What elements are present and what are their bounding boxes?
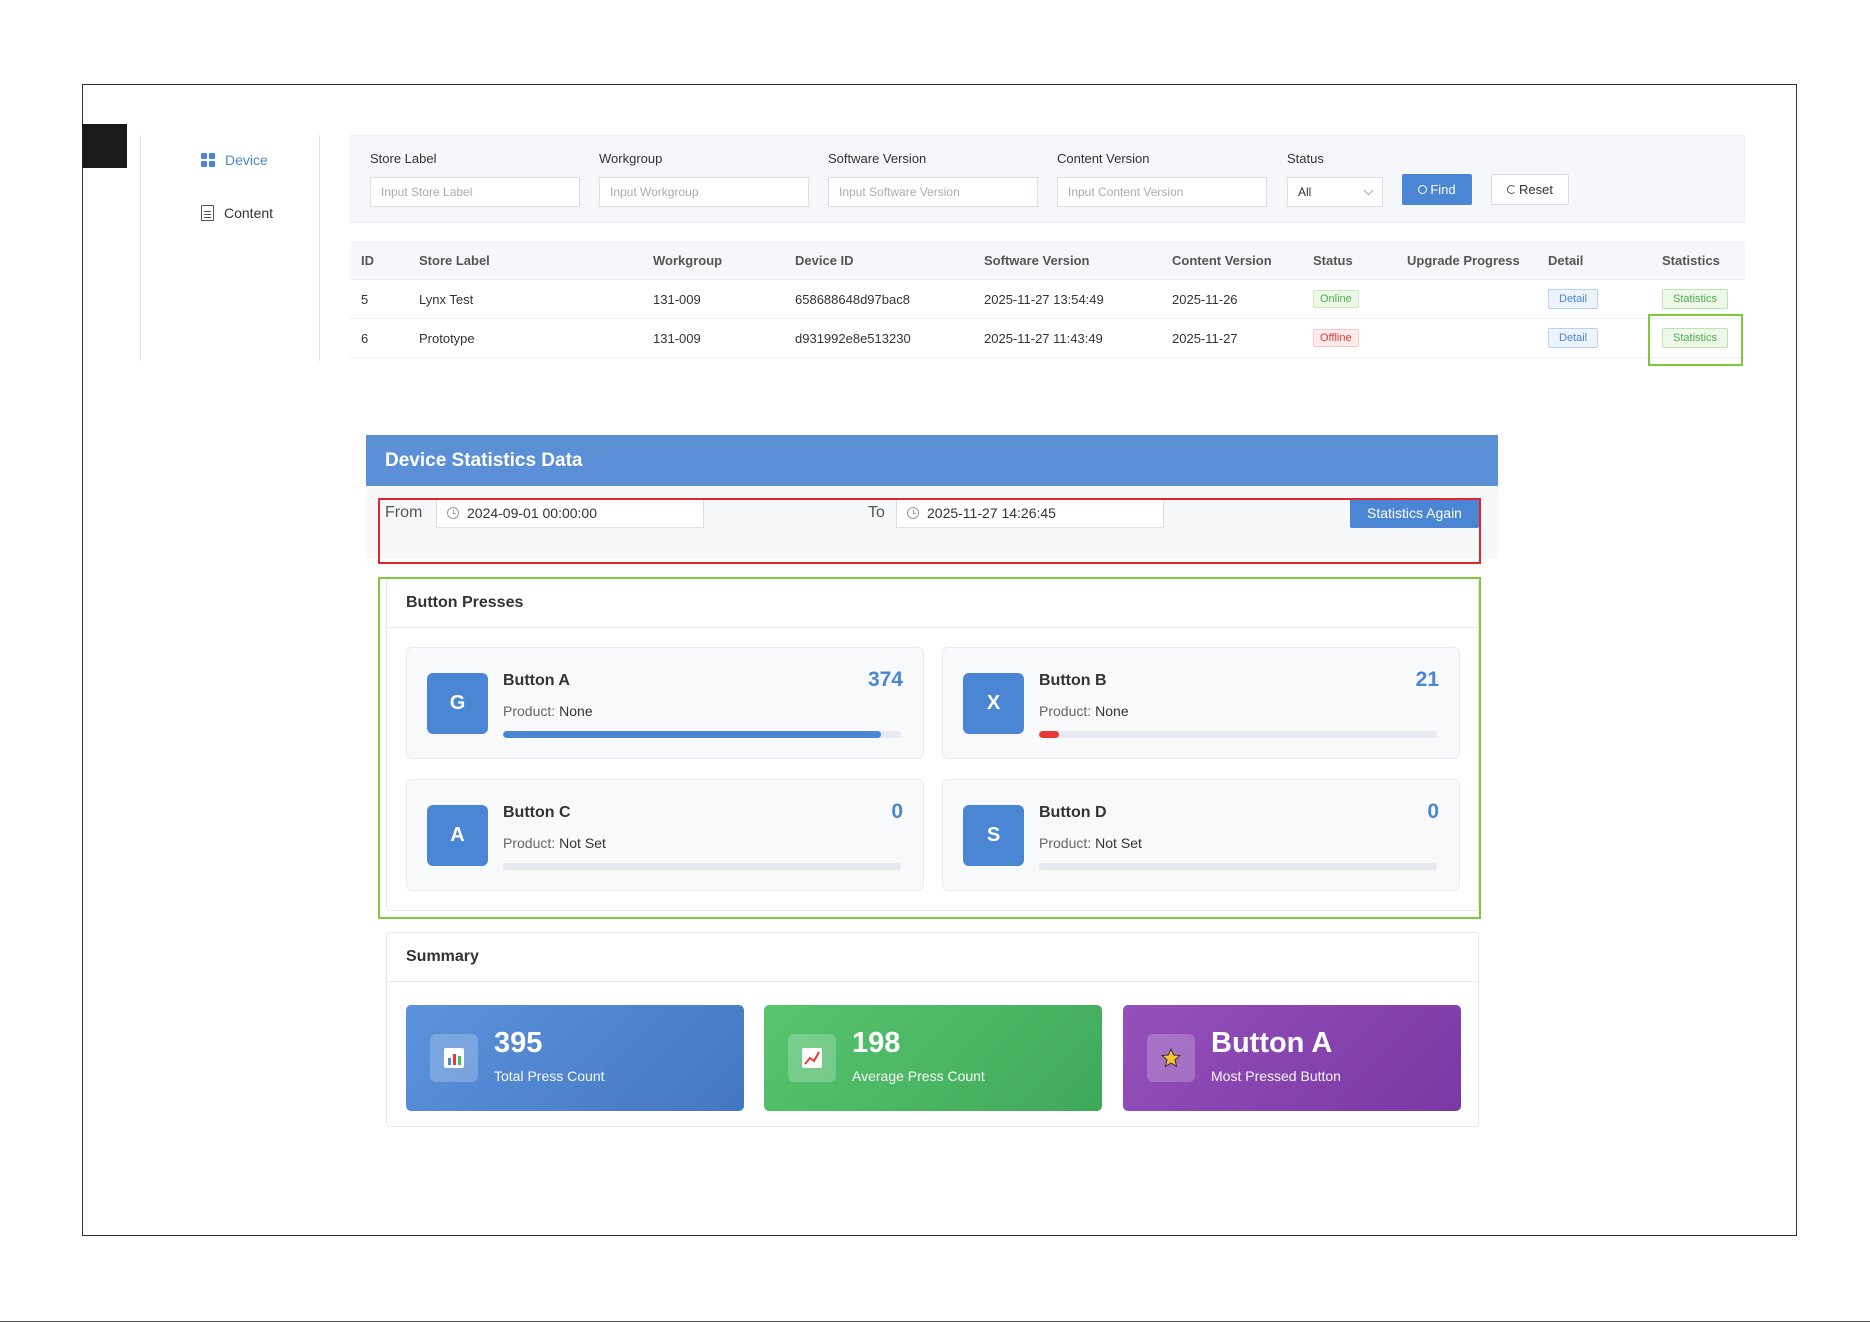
average-press-value: 198 (852, 1027, 901, 1059)
column-header: Status (1313, 252, 1353, 268)
store-label-input[interactable]: Input Store Label (370, 177, 580, 207)
table-row: 5 Lynx Test 131-009 658688648d97bac8 202… (350, 280, 1745, 319)
column-header: Upgrade Progress (1407, 252, 1520, 268)
line-chart-icon (788, 1034, 836, 1082)
sidebar-item-label: Content (224, 205, 274, 221)
cell-statistics: Statistics (1662, 280, 1729, 318)
column-header: Workgroup (653, 252, 723, 268)
cell-detail: Detail (1548, 280, 1599, 318)
cell-store-label: Lynx Test (419, 291, 474, 307)
cell-software-version: 2025-11-27 11:43:49 (984, 330, 1103, 346)
filter-label: Software Version (828, 151, 927, 166)
most-pressed-tile: Button A Most Pressed Button (1123, 1005, 1461, 1111)
content-version-input[interactable]: Input Content Version (1057, 177, 1267, 207)
find-button-label: Find (1430, 182, 1456, 197)
dialog-title: Device Statistics Data (366, 435, 1498, 486)
most-pressed-caption: Most Pressed Button (1211, 1068, 1341, 1084)
grid-icon (201, 153, 215, 167)
refresh-icon (1507, 185, 1517, 194)
cell-device-id: d931992e8e513230 (795, 330, 911, 346)
content-version-filter: Content Version Input Content Version (1057, 151, 1267, 207)
cell-content-version: 2025-11-27 (1172, 330, 1238, 346)
find-button[interactable]: Find (1402, 174, 1472, 205)
sidebar-item-content[interactable]: Content (201, 205, 273, 221)
software-version-filter: Software Version Input Software Version (828, 151, 1038, 207)
column-header: Statistics (1662, 252, 1720, 268)
cell-content-version: 2025-11-26 (1172, 291, 1238, 307)
statistics-button[interactable]: Statistics (1662, 289, 1729, 309)
filter-panel: Store Label Input Store Label Workgroup … (350, 135, 1745, 223)
column-header: Device ID (795, 252, 854, 268)
table-row: 6 Prototype 131-009 d931992e8e513230 202… (350, 319, 1745, 358)
detail-button[interactable]: Detail (1548, 328, 1599, 348)
cell-id: 6 (361, 330, 369, 346)
workgroup-input[interactable]: Input Workgroup (599, 177, 809, 207)
detail-button[interactable]: Detail (1548, 289, 1599, 309)
status-select[interactable]: All (1287, 177, 1383, 207)
software-version-input[interactable]: Input Software Version (828, 177, 1038, 207)
highlight-box (378, 498, 1481, 564)
sidebar-item-label: Device (225, 152, 268, 168)
cell-workgroup: 131-009 (653, 330, 701, 346)
column-header: Content Version (1172, 252, 1272, 268)
cell-status: Online (1313, 280, 1359, 318)
device-table: ID Store Label Workgroup Device ID Softw… (350, 241, 1745, 358)
highlight-box (378, 577, 1481, 919)
sidebar: Device Content (140, 135, 320, 361)
total-press-caption: Total Press Count (494, 1068, 605, 1084)
column-header: Detail (1548, 252, 1584, 268)
cell-store-label: Prototype (419, 330, 475, 346)
document-icon (201, 205, 214, 221)
status-badge: Online (1313, 290, 1359, 308)
cell-status: Offline (1313, 319, 1359, 357)
average-press-caption: Average Press Count (852, 1068, 985, 1084)
column-header: ID (361, 252, 374, 268)
total-press-tile: 395 Total Press Count (406, 1005, 744, 1111)
cell-detail: Detail (1548, 319, 1599, 357)
filter-label: Workgroup (599, 151, 663, 166)
table-header: ID Store Label Workgroup Device ID Softw… (350, 241, 1745, 280)
sidebar-item-device[interactable]: Device (201, 152, 268, 168)
divider (0, 1321, 1870, 1322)
total-press-value: 395 (494, 1027, 543, 1059)
cell-software-version: 2025-11-27 13:54:49 (984, 291, 1104, 307)
star-icon (1147, 1034, 1195, 1082)
filter-label: Content Version (1057, 151, 1150, 166)
most-pressed-value: Button A (1211, 1027, 1333, 1059)
reset-button-label: Reset (1519, 182, 1553, 197)
card-title: Summary (387, 933, 1478, 982)
column-header: Software Version (984, 252, 1090, 268)
status-select-value: All (1298, 185, 1312, 199)
store-label-filter: Store Label Input Store Label (370, 151, 580, 207)
bar-chart-icon (430, 1034, 478, 1082)
cell-device-id: 658688648d97bac8 (795, 291, 910, 307)
redaction-block (82, 124, 127, 168)
workgroup-filter: Workgroup Input Workgroup (599, 151, 809, 207)
average-press-tile: 198 Average Press Count (764, 1005, 1102, 1111)
column-header: Store Label (419, 252, 490, 268)
filter-label: Status (1287, 151, 1324, 166)
highlight-box (1648, 314, 1743, 366)
status-badge: Offline (1313, 329, 1359, 347)
filter-label: Store Label (370, 151, 437, 166)
cell-workgroup: 131-009 (653, 291, 701, 307)
summary-card: Summary 395 Total Press Count 198 Averag… (386, 932, 1479, 1127)
chevron-down-icon (1363, 185, 1374, 195)
status-filter: Status All (1287, 151, 1383, 207)
reset-button[interactable]: Reset (1491, 174, 1569, 205)
search-icon (1418, 185, 1428, 194)
cell-id: 5 (361, 291, 369, 307)
